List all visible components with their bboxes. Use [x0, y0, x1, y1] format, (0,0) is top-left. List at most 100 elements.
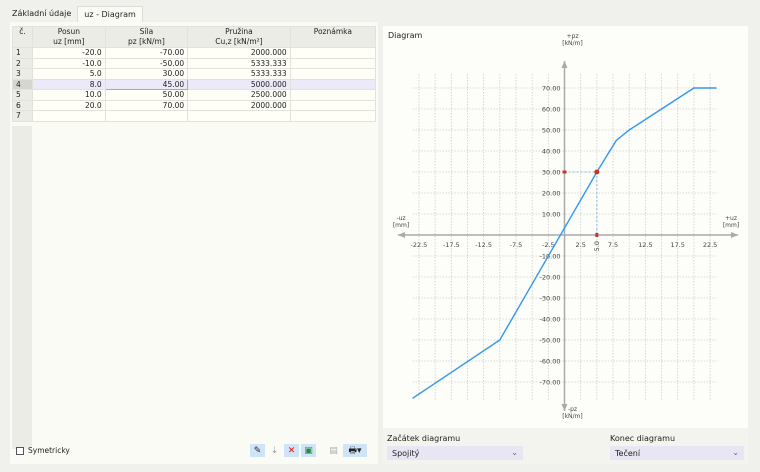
table-cell[interactable]: 2500.000 [187, 89, 291, 101]
axis-label: [mm] [723, 222, 739, 229]
y-tick-label: 70.00 [542, 85, 561, 93]
table-cell[interactable]: 20.0 [32, 99, 106, 111]
data-point [693, 87, 695, 89]
table-cell[interactable] [289, 99, 377, 111]
table-row[interactable]: 7 [12, 110, 377, 122]
header-label: č. [19, 27, 26, 36]
delete-icon[interactable]: ✕ [284, 444, 299, 457]
table-cell[interactable]: -10.0 [32, 57, 106, 69]
checkbox-box[interactable] [16, 446, 24, 455]
table-cell[interactable] [289, 47, 377, 59]
x-tick-label: 7.5 [608, 241, 618, 249]
diagram-chart: -22.5 -17.5 -12.5 -7.5 -2.5 2.5 7.5 12.5 17.5 22.… [393, 33, 739, 420]
table-cell[interactable] [289, 89, 377, 101]
axis-label: [mm] [393, 222, 409, 229]
y-tick-label: 20.00 [542, 190, 561, 198]
table-cell[interactable] [32, 110, 106, 122]
table-row[interactable]: 6 20.0 70.00 2000.000 [12, 99, 377, 111]
tab-bar: Základní údaje uz - Diagram [6, 6, 143, 22]
x-tick-label: -7.5 [510, 241, 523, 249]
x-tick-label: 22.5 [703, 241, 717, 249]
column-header: Poznámka [289, 26, 377, 48]
data-point [628, 129, 630, 131]
print-icon[interactable]: 🖶▾ [343, 444, 367, 457]
end-select[interactable]: Tečení ⌄ [610, 446, 744, 460]
chevron-down-icon: ⌄ [511, 448, 518, 457]
end-label: Konec diagramu [610, 434, 676, 443]
diagram-table: č. Posun uz [mm] Síla pz [kN/m] Pružina Cu,z … [12, 26, 377, 122]
header-label: Síla [139, 27, 154, 36]
symmetric-label: Symetricky [28, 446, 70, 455]
header-unit: pz [kN/m] [128, 37, 165, 46]
row-number: 2 [12, 57, 33, 69]
symmetric-checkbox[interactable]: Symetricky [16, 446, 70, 455]
table-cell[interactable]: 2000.000 [187, 47, 291, 59]
x-tick-label: 17.5 [670, 241, 684, 249]
marked-x-tick [595, 233, 599, 237]
row-number: 7 [12, 110, 33, 122]
y-tick-label: -30.00 [540, 295, 561, 303]
table-cell[interactable] [289, 57, 377, 69]
table-row[interactable]: 1 -20.0 -70.00 2000.000 [12, 47, 377, 59]
table-cell[interactable] [289, 78, 377, 90]
y-tick-label: -60.00 [540, 358, 561, 366]
y-axis-arrow-neg [561, 404, 568, 411]
header-unit [294, 37, 372, 47]
table-cell[interactable] [289, 68, 377, 80]
table-cell[interactable]: -70.00 [104, 47, 189, 59]
table-cell[interactable]: 70.00 [104, 99, 189, 111]
x-tick-label: -12.5 [475, 241, 492, 249]
edit-icon[interactable]: ✎ [250, 444, 265, 457]
header-label: Posun [57, 27, 80, 36]
row-number: 5 [12, 89, 33, 101]
chevron-down-icon: ⌄ [732, 448, 739, 457]
marked-point [594, 169, 600, 175]
data-point [715, 87, 717, 89]
copy-icon[interactable]: ▤ [326, 444, 341, 457]
y-tick-label: 10.00 [542, 211, 561, 219]
row-number: 3 [12, 68, 33, 80]
table-cell[interactable]: 5.0 [32, 68, 106, 80]
table-cell[interactable]: 5000.000 [187, 78, 291, 90]
table-cell[interactable] [104, 110, 189, 122]
table-cell[interactable]: 5333.333 [187, 68, 291, 80]
diagram-panel: Diagram -22.5 -17.5 -12.5 -7.5 -2.5 2.5 7.5 12.… [383, 26, 748, 464]
y-tick-label: -70.00 [540, 379, 561, 387]
sort-icon[interactable]: ⇣ [267, 444, 282, 457]
table-cell[interactable]: -50.00 [104, 57, 189, 69]
table-row[interactable]: 5 10.0 50.00 2500.000 [12, 89, 377, 101]
diagram-area: Diagram -22.5 -17.5 -12.5 -7.5 -2.5 2.5 7.5 12.… [383, 26, 748, 428]
export-excel-icon[interactable]: ▣ [301, 444, 316, 457]
y-axis-arrow [561, 61, 568, 68]
y-tick-label: -20.00 [540, 274, 561, 282]
y-tick-label: 60.00 [542, 106, 561, 114]
tab-diagram[interactable]: uz - Diagram [77, 6, 143, 22]
header-unit: uz [mm] [53, 37, 85, 46]
table-row[interactable]: 3 5.0 30.00 5333.333 [12, 68, 377, 80]
table-cell[interactable] [289, 110, 377, 122]
marked-x-label: 5.0 [593, 241, 601, 251]
table-cell[interactable]: 5333.333 [187, 57, 291, 69]
header-label: Poznámka [313, 27, 352, 36]
table-cell[interactable]: 30.00 [104, 68, 189, 80]
table-cell[interactable] [187, 110, 291, 122]
table-cell[interactable]: -20.0 [32, 47, 106, 59]
row-number: 6 [12, 99, 33, 111]
table-cell[interactable]: 50.00 [104, 89, 189, 101]
start-select[interactable]: Spojitý ⌄ [387, 446, 523, 460]
data-point [499, 339, 501, 341]
x-axis-arrow [731, 232, 738, 238]
axis-label: -uz [396, 215, 405, 222]
tab-basic[interactable]: Základní údaje [6, 6, 77, 22]
start-value: Spojitý [392, 449, 420, 458]
table-cell[interactable]: 8.0 [32, 78, 106, 90]
axis-label: +uz [725, 215, 737, 222]
table-row[interactable]: 2 -10.0 -50.00 5333.333 [12, 57, 377, 69]
data-point [412, 397, 414, 399]
table-cell[interactable]: 10.0 [32, 89, 106, 101]
table-cell[interactable]: 45.00 [104, 78, 189, 90]
x-tick-label: 2.5 [576, 241, 586, 249]
table-panel: č. Posun uz [mm] Síla pz [kN/m] Pružina Cu,z … [10, 22, 378, 464]
table-cell[interactable]: 2000.000 [187, 99, 291, 111]
table-row[interactable]: 4 8.0 45.00 5000.000 [12, 78, 377, 90]
